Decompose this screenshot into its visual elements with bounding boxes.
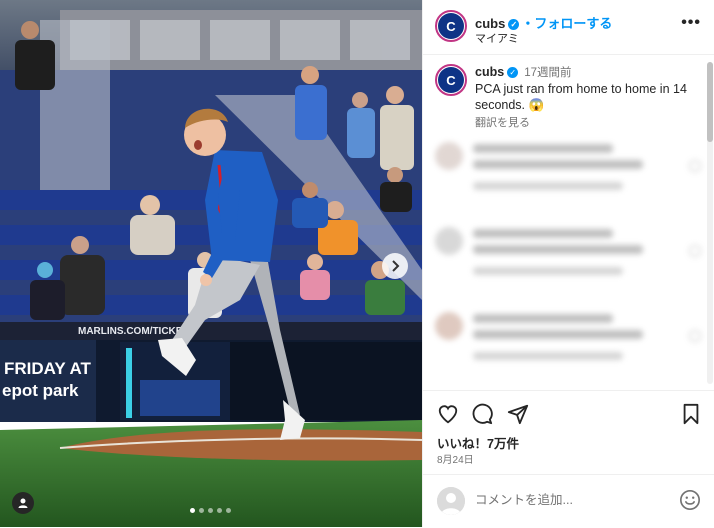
post-side-panel: C cubs ✓ ・フォローする マイアミ ••• C cubs ✓ 17週間前 PCA… — [422, 0, 714, 527]
comment-composer — [423, 474, 714, 528]
post-date[interactable]: 8月24日 — [437, 451, 474, 466]
carousel-dot — [190, 508, 195, 513]
carousel-indicator — [190, 508, 231, 513]
follow-button[interactable]: ・フォローする — [521, 16, 612, 31]
verified-icon: ✓ — [507, 67, 519, 78]
comment-input[interactable] — [475, 493, 665, 507]
carousel-next-button[interactable] — [382, 253, 408, 279]
avatar[interactable]: C — [435, 64, 467, 96]
list-item — [435, 310, 703, 395]
heart-icon[interactable] — [437, 403, 459, 430]
baseball-player-photo: MARLINS.COM/TICKETS FRIDAY AT epot park — [0, 0, 422, 527]
list-item — [435, 140, 703, 225]
avatar[interactable]: C — [435, 10, 467, 42]
default-avatar-icon — [437, 487, 465, 515]
post-caption: C cubs ✓ 17週間前 PCA just ran from home to h… — [435, 64, 703, 131]
scrollbar[interactable] — [707, 62, 713, 384]
likes-count[interactable]: いいね！7万件 — [437, 433, 519, 452]
verified-icon: ✓ — [508, 19, 520, 30]
banner-line1: FRIDAY AT — [4, 359, 92, 378]
post-header: C cubs ✓ ・フォローする マイアミ ••• — [423, 0, 714, 55]
bookmark-icon[interactable] — [681, 403, 701, 430]
instagram-post-view: MARLINS.COM/TICKETS FRIDAY AT epot park — [0, 0, 714, 527]
comment-icon[interactable] — [471, 403, 493, 430]
cubs-logo-icon: C — [438, 67, 464, 93]
share-icon[interactable] — [507, 403, 529, 430]
post-location[interactable]: マイアミ — [475, 30, 519, 46]
caption-time[interactable]: 17週間前 — [524, 67, 571, 79]
more-icon[interactable]: ••• — [681, 14, 701, 32]
user-tag-button[interactable] — [12, 492, 34, 514]
caption-author[interactable]: cubs — [475, 65, 504, 79]
see-translation-link[interactable]: 翻訳を見る — [475, 115, 703, 131]
carousel-dot — [217, 508, 222, 513]
cubs-logo-icon: C — [438, 13, 464, 39]
emoji-icon[interactable] — [679, 489, 701, 516]
user-tag-icon — [18, 498, 28, 508]
avatar — [437, 487, 465, 515]
chevron-right-icon — [392, 260, 400, 272]
list-item — [435, 225, 703, 310]
comment-list — [435, 140, 703, 395]
post-actions: いいね！7万件 8月24日 — [423, 390, 714, 471]
carousel-dot — [226, 508, 231, 513]
banner-line2: epot park — [2, 381, 79, 400]
author-username[interactable]: cubs — [475, 16, 505, 31]
carousel-dot — [199, 508, 204, 513]
caption-text: PCA just ran from home to home in 14 sec… — [475, 82, 687, 112]
scrollbar-thumb[interactable] — [707, 62, 713, 142]
post-photo[interactable]: MARLINS.COM/TICKETS FRIDAY AT epot park — [0, 0, 422, 527]
carousel-dot — [208, 508, 213, 513]
